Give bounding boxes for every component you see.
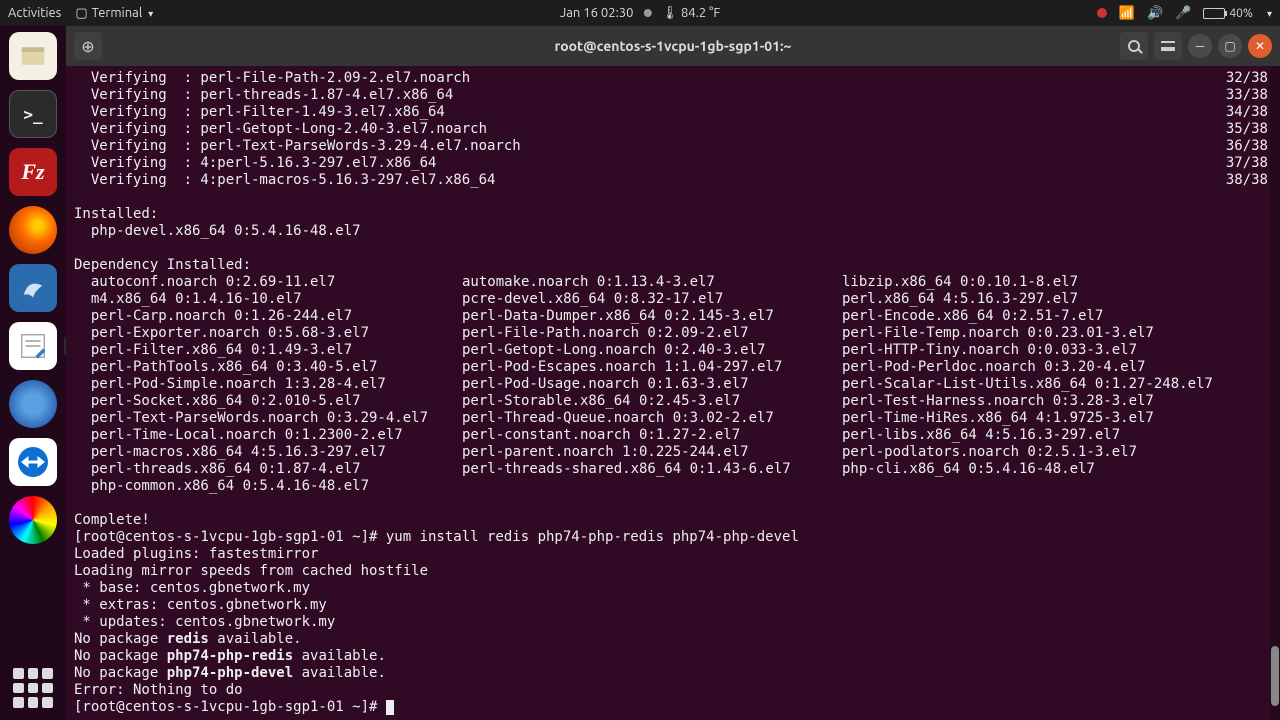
file-manager-icon [18, 41, 48, 71]
maximize-icon: ▢ [1224, 39, 1235, 53]
weather-temp: 84.2 °F [681, 6, 720, 20]
plus-icon: ⊕ [81, 37, 94, 56]
terminal-icon: ▢ [75, 6, 87, 21]
menu-button[interactable] [1154, 32, 1182, 60]
terminal-scrollbar[interactable] [1270, 66, 1280, 720]
thermometer-icon: 🌡 [661, 6, 678, 20]
dock: >_ Fz Text Editor [0, 26, 66, 720]
weather-indicator[interactable]: 🌡 84.2 °F [661, 6, 720, 21]
activities-button[interactable]: Activities [8, 6, 61, 20]
dock-item-thunderbird[interactable] [9, 380, 57, 428]
terminal-viewport[interactable]: Verifying : perl-File-Path-2.09-2.el7.no… [66, 66, 1280, 720]
clock[interactable]: Jan 16 02:30 [560, 6, 634, 20]
dock-item-firefox[interactable] [9, 206, 57, 254]
battery-percent: 40% [1229, 7, 1253, 20]
filezilla-icon: Fz [21, 159, 44, 185]
hamburger-icon [1161, 41, 1175, 51]
recording-indicator-icon[interactable] [1097, 8, 1107, 18]
text-editor-icon [18, 331, 48, 361]
search-button[interactable] [1120, 32, 1148, 60]
wifi-icon[interactable]: 📶 [1119, 6, 1135, 21]
gnome-topbar: Activities ▢ Terminal Jan 16 02:30 🌡 84.… [0, 0, 1280, 26]
dock-item-text-editor[interactable]: Text Editor [9, 322, 57, 370]
dock-show-applications[interactable] [13, 668, 53, 708]
app-menu-label: Terminal [92, 6, 143, 20]
microphone-icon[interactable]: 🎤 [1175, 6, 1191, 21]
teamviewer-icon [15, 444, 51, 480]
new-tab-button[interactable]: ⊕ [74, 32, 102, 60]
window-title: root@centos-s-1vcpu-1gb-sgp1-01:~ [555, 38, 792, 54]
minimize-button[interactable]: ─ [1188, 34, 1212, 58]
battery-indicator[interactable]: 40% [1203, 7, 1253, 20]
maximize-button[interactable]: ▢ [1218, 34, 1242, 58]
volume-icon[interactable]: 🔊 [1147, 6, 1163, 21]
app-menu[interactable]: ▢ Terminal [75, 6, 153, 21]
terminal-window: ⊕ root@centos-s-1vcpu-1gb-sgp1-01:~ ─ ▢ … [66, 26, 1280, 720]
terminal-output: Verifying : perl-File-Path-2.09-2.el7.no… [74, 70, 1272, 716]
window-titlebar[interactable]: ⊕ root@centos-s-1vcpu-1gb-sgp1-01:~ ─ ▢ … [66, 26, 1280, 66]
chevron-down-icon [146, 6, 153, 20]
dolphin-icon [19, 274, 47, 302]
close-icon: ✕ [1255, 39, 1265, 53]
dock-item-filezilla[interactable]: Fz [9, 148, 57, 196]
minimize-icon: ─ [1196, 39, 1205, 53]
battery-icon [1203, 8, 1225, 19]
system-menu-chevron-icon[interactable] [1265, 6, 1272, 20]
dock-item-files[interactable] [9, 32, 57, 80]
dock-item-color-app[interactable] [9, 496, 57, 544]
notification-dot-icon [643, 9, 651, 17]
dock-item-teamviewer[interactable] [9, 438, 57, 486]
dock-item-terminal[interactable]: >_ [9, 90, 57, 138]
close-button[interactable]: ✕ [1248, 34, 1272, 58]
dock-item-mysql-workbench[interactable] [9, 264, 57, 312]
terminal-prompt-icon: >_ [23, 105, 42, 124]
search-icon [1128, 40, 1140, 52]
scrollbar-thumb[interactable] [1271, 646, 1279, 706]
